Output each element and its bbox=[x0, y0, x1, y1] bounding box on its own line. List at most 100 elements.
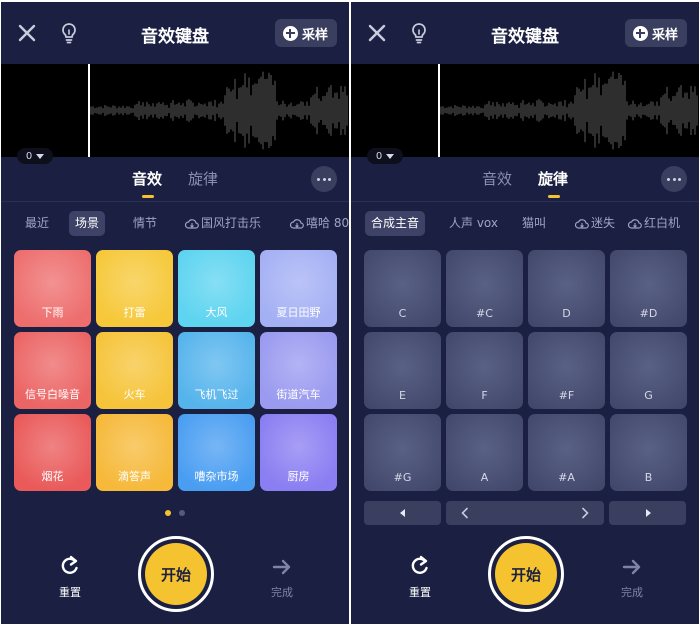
waveform[interactable] bbox=[1, 64, 349, 157]
category-plot[interactable]: 情节 bbox=[133, 211, 157, 236]
note-pad-label: #C bbox=[476, 307, 493, 320]
effect-pad[interactable]: 信号白噪音 bbox=[14, 332, 91, 409]
start-button[interactable]: 开始 bbox=[495, 543, 557, 605]
dot-icon bbox=[672, 177, 676, 181]
arrow-right-icon[interactable] bbox=[267, 554, 297, 580]
done-label[interactable]: 完成 bbox=[607, 584, 657, 600]
effect-pad[interactable]: 嘈杂市场 bbox=[178, 414, 255, 491]
page-indicator bbox=[1, 510, 349, 518]
arrow-right-icon[interactable] bbox=[617, 554, 647, 580]
header: 音效键盘 采样 bbox=[351, 2, 699, 64]
note-pad-label: F bbox=[481, 389, 488, 402]
category-hiphop-808[interactable]: 嘻哈 808 bbox=[290, 211, 349, 236]
offset-value: 0 bbox=[375, 150, 383, 162]
category-meow[interactable]: 猫叫 bbox=[522, 211, 546, 236]
plus-icon bbox=[632, 25, 648, 41]
offset-dropdown[interactable]: 0 bbox=[367, 148, 403, 164]
note-pad[interactable]: B bbox=[610, 414, 687, 491]
note-pad[interactable]: G bbox=[610, 332, 687, 409]
chevron-left-icon[interactable] bbox=[460, 507, 470, 519]
octave-down-button[interactable] bbox=[364, 501, 441, 525]
reset-icon[interactable] bbox=[55, 554, 85, 580]
effect-pad[interactable]: 厨房 bbox=[260, 414, 337, 491]
page-dot-active bbox=[165, 510, 171, 516]
note-pad-label: G bbox=[644, 389, 653, 402]
note-pad-label: A bbox=[480, 471, 489, 484]
note-pad[interactable]: F bbox=[446, 332, 523, 409]
effect-pad-label: 滴答声 bbox=[118, 470, 151, 483]
effect-pad[interactable]: 大风 bbox=[178, 250, 255, 327]
dot-icon bbox=[667, 177, 670, 181]
active-tab-indicator bbox=[548, 195, 560, 198]
tab-effects[interactable]: 音效 bbox=[132, 168, 162, 189]
reset-label[interactable]: 重置 bbox=[395, 584, 445, 600]
note-pad[interactable]: #A bbox=[528, 414, 605, 491]
effect-pad[interactable]: 烟花 bbox=[14, 414, 91, 491]
effect-pad[interactable]: 下雨 bbox=[14, 250, 91, 327]
effect-pad-label: 打雷 bbox=[123, 306, 146, 319]
more-options-button[interactable] bbox=[661, 166, 687, 192]
reset-label[interactable]: 重置 bbox=[45, 584, 95, 600]
waveform[interactable] bbox=[351, 64, 699, 157]
dot-icon bbox=[328, 177, 331, 181]
tab-melody[interactable]: 旋律 bbox=[538, 168, 568, 189]
category-bar: 合成主音 人声 vox 猫叫 迷失 红白机 bbox=[351, 208, 699, 238]
cloud-download-icon bbox=[185, 218, 199, 229]
playhead[interactable] bbox=[438, 64, 440, 157]
note-pad[interactable]: A bbox=[446, 414, 523, 491]
note-pad-label: #G bbox=[393, 471, 412, 484]
divider bbox=[351, 201, 699, 202]
effect-pad-label: 嘈杂市场 bbox=[194, 470, 239, 483]
start-button[interactable]: 开始 bbox=[145, 543, 207, 605]
playhead[interactable] bbox=[88, 64, 90, 157]
cloud-download-icon bbox=[290, 218, 304, 229]
category-bar: 最近 场景 情节 国风打击乐 嘻哈 808 bbox=[1, 208, 349, 238]
octave-up-button[interactable] bbox=[609, 501, 686, 525]
offset-value: 0 bbox=[25, 150, 33, 162]
category-synth-lead[interactable]: 合成主音 bbox=[365, 211, 426, 236]
effect-pad[interactable]: 打雷 bbox=[96, 250, 173, 327]
effect-pad[interactable]: 滴答声 bbox=[96, 414, 173, 491]
page-dot bbox=[179, 510, 185, 516]
category-label: 迷失 bbox=[591, 216, 616, 230]
effect-pad-label: 夏日田野 bbox=[276, 306, 321, 319]
scroll-range-control[interactable] bbox=[446, 501, 604, 525]
effect-pad[interactable]: 夏日田野 bbox=[260, 250, 337, 327]
category-vocal-vox[interactable]: 人声 vox bbox=[449, 211, 498, 236]
sample-label: 采样 bbox=[651, 27, 678, 43]
tab-melody[interactable]: 旋律 bbox=[188, 168, 218, 189]
category-recent[interactable]: 最近 bbox=[25, 211, 49, 236]
effect-pad-label: 大风 bbox=[205, 306, 228, 319]
note-pad[interactable]: #F bbox=[528, 332, 605, 409]
note-pad[interactable]: #D bbox=[610, 250, 687, 327]
caret-down-icon bbox=[386, 153, 395, 159]
note-pad[interactable]: #C bbox=[446, 250, 523, 327]
effect-pad[interactable]: 火车 bbox=[96, 332, 173, 409]
category-lost[interactable]: 迷失 bbox=[575, 211, 615, 236]
sample-label: 采样 bbox=[301, 27, 328, 43]
waveform-graph bbox=[440, 71, 698, 150]
offset-dropdown[interactable]: 0 bbox=[17, 148, 53, 164]
tab-effects[interactable]: 音效 bbox=[482, 168, 512, 189]
dot-icon bbox=[317, 177, 320, 181]
sample-button[interactable]: 采样 bbox=[624, 19, 687, 47]
effect-pad-label: 信号白噪音 bbox=[25, 388, 80, 401]
done-label[interactable]: 完成 bbox=[257, 584, 307, 600]
note-pad-label: E bbox=[399, 389, 406, 402]
effects-screen: 音效键盘 采样 0 音效 旋律 最近 场景 情节 国风打击乐 嘻哈 808 下雨 bbox=[1, 2, 349, 624]
note-pad[interactable]: D bbox=[528, 250, 605, 327]
effect-pad[interactable]: 街道汽车 bbox=[260, 332, 337, 409]
effect-pad[interactable]: 飞机飞过 bbox=[178, 332, 255, 409]
active-tab-indicator bbox=[142, 195, 154, 198]
chevron-right-icon[interactable] bbox=[580, 507, 590, 519]
category-famicom[interactable]: 红白机 bbox=[628, 211, 680, 236]
note-pad[interactable]: E bbox=[364, 332, 441, 409]
note-pad[interactable]: #G bbox=[364, 414, 441, 491]
effect-pad-label: 飞机飞过 bbox=[194, 388, 239, 401]
category-guofeng-percussion[interactable]: 国风打击乐 bbox=[185, 211, 261, 236]
sample-button[interactable]: 采样 bbox=[274, 19, 337, 47]
reset-icon[interactable] bbox=[405, 554, 435, 580]
note-pad[interactable]: C bbox=[364, 250, 441, 327]
category-scene[interactable]: 场景 bbox=[69, 211, 106, 236]
more-options-button[interactable] bbox=[311, 166, 337, 192]
